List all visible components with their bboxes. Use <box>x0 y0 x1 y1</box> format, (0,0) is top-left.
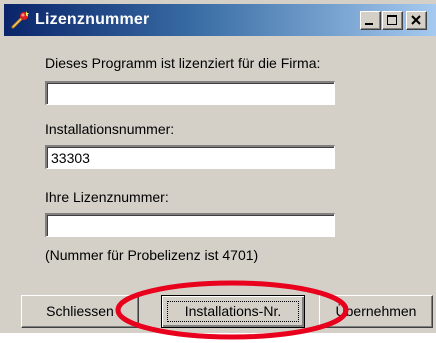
close-window-button[interactable] <box>406 11 427 30</box>
window-title: Lizenznummer <box>35 11 150 28</box>
minimize-icon <box>365 23 373 25</box>
company-label: Dieses Programm ist lizenziert für die F… <box>45 55 321 71</box>
apply-button[interactable]: Übernehmen <box>319 295 433 328</box>
installation-number-field[interactable] <box>45 145 335 169</box>
maximize-icon <box>387 15 397 25</box>
apply-button-label: Übernehmen <box>335 303 417 319</box>
close-dialog-button[interactable]: Schliessen <box>21 295 139 328</box>
wand-key-icon <box>11 11 29 29</box>
focus-rectangle <box>167 301 299 322</box>
close-dialog-button-label: Schliessen <box>46 303 114 319</box>
title-bar[interactable]: Lizenznummer <box>4 4 436 36</box>
license-number-label: Ihre Lizenznummer: <box>45 189 169 205</box>
installation-number-button[interactable]: Installations-Nr. <box>161 295 305 328</box>
installation-number-label: Installationsnummer: <box>45 121 175 137</box>
company-field[interactable] <box>45 81 335 105</box>
close-icon <box>411 15 421 25</box>
minimize-button[interactable] <box>360 11 381 30</box>
license-dialog: Lizenznummer Dieses Programm ist lizenzi… <box>0 0 436 333</box>
maximize-button[interactable] <box>382 11 403 30</box>
license-number-field[interactable] <box>45 213 335 237</box>
trial-license-hint: (Nummer für Probelizenz ist 4701) <box>45 247 259 263</box>
